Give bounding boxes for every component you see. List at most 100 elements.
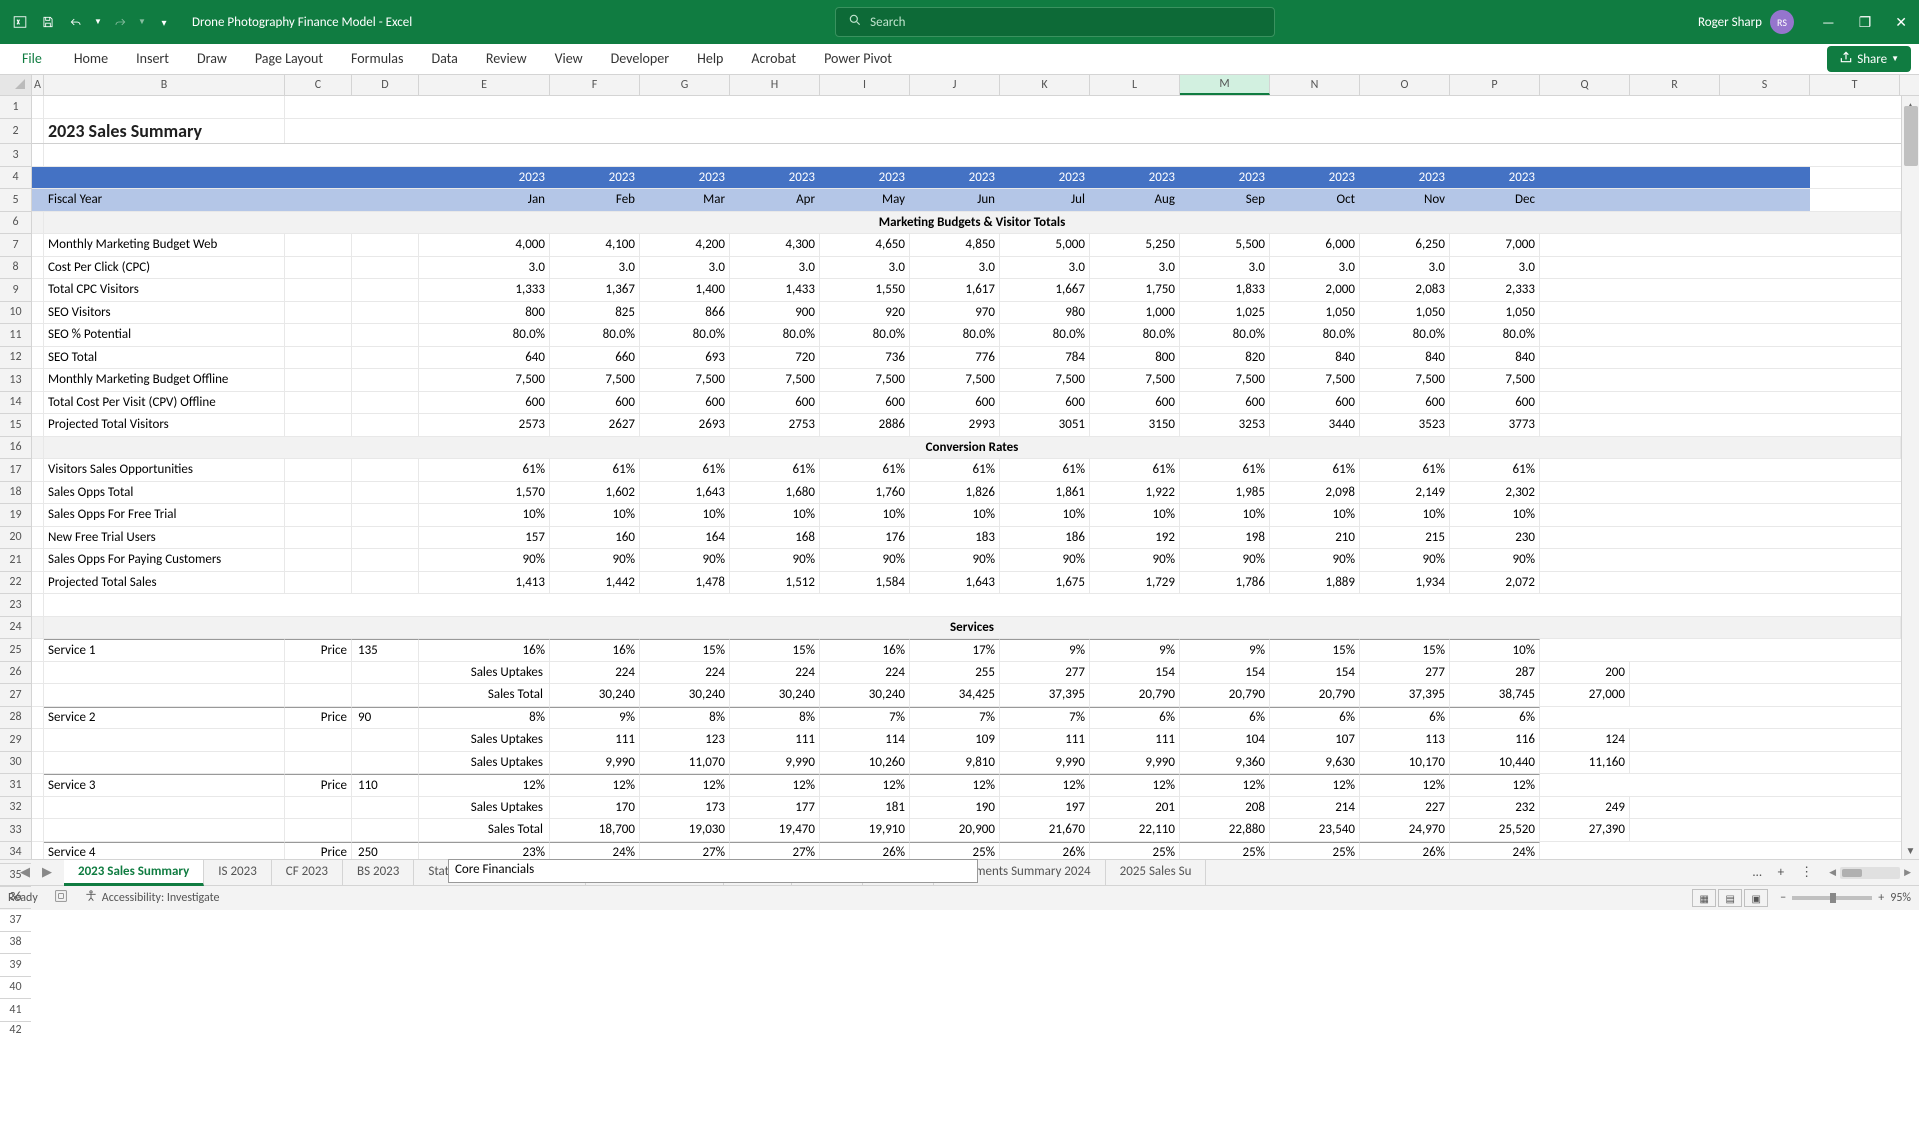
cell[interactable]: Feb [550,189,640,211]
cell[interactable]: 600 [1180,392,1270,414]
cell[interactable]: 224 [820,662,910,684]
cell[interactable]: 1,826 [910,482,1000,504]
cell[interactable]: 1,934 [1360,572,1450,594]
cell[interactable]: 19,470 [730,819,820,841]
hscroll-left-icon[interactable]: ◀ [1829,867,1836,878]
row-header[interactable]: 17 [0,459,31,482]
cell[interactable]: 27% [730,842,820,860]
cell[interactable]: 6% [1090,707,1180,729]
row-header[interactable]: 21 [0,549,31,572]
cell[interactable]: 9,630 [1270,752,1360,774]
cell[interactable]: Sep [1180,189,1270,211]
cell[interactable]: 232 [1450,797,1540,819]
cell[interactable]: 9% [1000,639,1090,661]
cell[interactable]: 2023 [1090,167,1180,189]
cell[interactable]: 80.0% [1090,324,1180,346]
cell[interactable] [352,347,419,369]
cell[interactable]: 113 [1360,729,1450,751]
cell[interactable]: Apr [730,189,820,211]
cell[interactable]: 197 [1000,797,1090,819]
cell[interactable]: Service 3 [44,774,285,796]
cell[interactable]: Projected Total Sales [44,572,285,594]
cell[interactable]: 210 [1270,527,1360,549]
cell[interactable] [1720,167,1810,189]
cell[interactable]: 600 [910,392,1000,414]
cell[interactable]: 80.0% [1450,324,1540,346]
cell[interactable] [32,617,44,639]
cell[interactable]: 3.0 [910,257,1000,279]
cell[interactable] [32,707,44,729]
cell[interactable] [285,797,352,819]
cell[interactable]: 1,512 [730,572,820,594]
cell[interactable]: 2,072 [1450,572,1540,594]
cell[interactable]: 61% [1270,459,1360,481]
row-header[interactable]: 41 [0,999,31,1022]
row-header[interactable]: 24 [0,617,31,640]
cell[interactable]: 10% [1090,504,1180,526]
cell[interactable] [32,189,44,211]
spreadsheet-grid[interactable]: 1234567891011121314151617181920212223242… [0,96,1919,859]
ribbon-tab-help[interactable]: Help [683,44,737,74]
cell[interactable]: 61% [820,459,910,481]
ribbon-tab-draw[interactable]: Draw [183,44,241,74]
row-header[interactable]: 26 [0,662,31,685]
cell[interactable]: 3.0 [1360,257,1450,279]
cell[interactable] [1540,189,1630,211]
cell[interactable]: 1,680 [730,482,820,504]
cell[interactable] [352,482,419,504]
ribbon-tab-developer[interactable]: Developer [597,44,683,74]
search-input[interactable]: Search [835,7,1275,37]
cell[interactable] [1720,189,1810,211]
cell[interactable] [352,279,419,301]
cell[interactable]: 24% [550,842,640,860]
cell[interactable]: 109 [910,729,1000,751]
cell[interactable] [352,729,419,751]
cell[interactable]: 10% [1450,504,1540,526]
page-break-view-icon[interactable]: ▣ [1744,889,1768,907]
col-header[interactable]: G [640,75,730,95]
cell[interactable]: 2023 Sales Summary [44,119,285,143]
zoom-level[interactable]: 95% [1890,891,1911,905]
col-header[interactable]: H [730,75,820,95]
cell[interactable]: 9,990 [1000,752,1090,774]
cell[interactable]: 22,110 [1090,819,1180,841]
row-header[interactable]: 7 [0,234,31,257]
ribbon-tab-review[interactable]: Review [472,44,541,74]
cell[interactable]: 168 [730,527,820,549]
cell[interactable]: 12% [1360,774,1450,796]
scroll-down-icon[interactable]: ▼ [1902,841,1919,859]
cell[interactable]: 30,240 [550,684,640,706]
zoom-in-icon[interactable]: + [1878,891,1884,905]
cell[interactable] [32,347,44,369]
cell[interactable]: Oct [1270,189,1360,211]
cell[interactable]: 1,367 [550,279,640,301]
cell[interactable]: 90 [352,707,419,729]
row-header[interactable]: 13 [0,369,31,392]
cell[interactable]: 61% [550,459,640,481]
cell[interactable]: 800 [1090,347,1180,369]
sheet-tab[interactable]: 2025 Sales Su [1106,860,1207,886]
row-header[interactable]: 2 [0,119,31,144]
cell[interactable]: May [820,189,910,211]
cell[interactable]: Projected Total Visitors [44,414,285,436]
cell[interactable]: 4,850 [910,234,1000,256]
cell[interactable]: 2,000 [1270,279,1360,301]
cell[interactable]: 25% [1180,842,1270,860]
cell[interactable]: 2023 [1270,167,1360,189]
cell[interactable]: 10,440 [1450,752,1540,774]
row-header[interactable]: 31 [0,774,31,797]
cell[interactable]: Sales Opps Total [44,482,285,504]
cell[interactable]: 111 [550,729,640,751]
row-header[interactable]: 27 [0,684,31,707]
cell[interactable]: Sales Uptakes [419,797,550,819]
cell[interactable]: 2993 [910,414,1000,436]
cell[interactable] [32,414,44,436]
cell[interactable] [32,504,44,526]
col-header[interactable]: R [1630,75,1720,95]
cell[interactable]: 90% [1270,549,1360,571]
cell[interactable]: 15% [730,639,820,661]
cell[interactable]: Nov [1360,189,1450,211]
cell[interactable] [32,302,44,324]
cell[interactable]: 2886 [820,414,910,436]
row-header[interactable]: 35 [0,864,31,887]
